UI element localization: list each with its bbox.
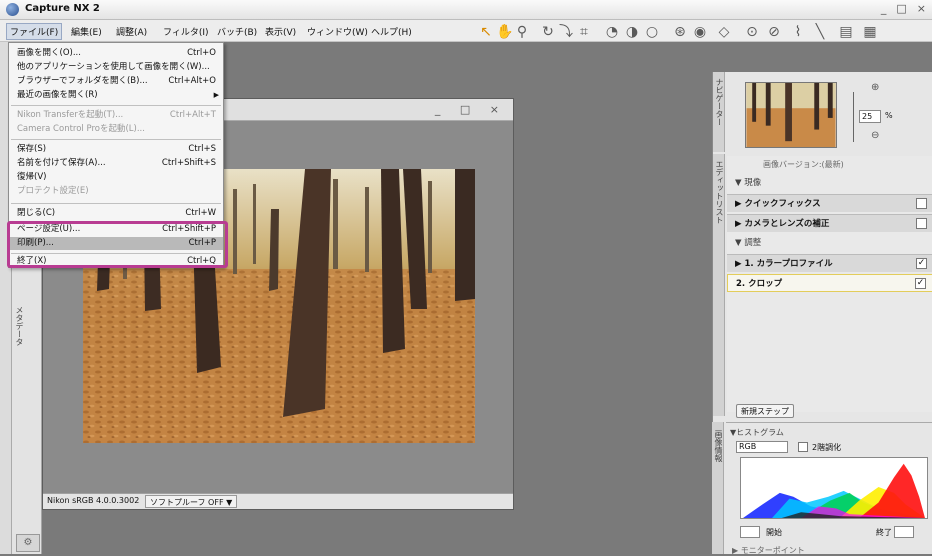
menu-view[interactable]: 表示(V)	[262, 24, 299, 39]
histogram-end-input[interactable]	[894, 526, 914, 538]
color-profile-label: Nikon sRGB 4.0.0.3002	[47, 496, 140, 505]
highlight-callout-box	[7, 221, 228, 268]
menu-save-as[interactable]: 名前を付けて保存(A)... Ctrl+Shift+S	[9, 157, 223, 170]
edit-list-side-tab[interactable]: エディットリスト	[713, 154, 725, 416]
select-arrow-icon[interactable]: ↖	[478, 24, 494, 40]
zoom-icon[interactable]: ⚲	[514, 24, 530, 40]
step-checkbox[interactable]: ✓	[916, 258, 927, 269]
minimize-button[interactable]: _	[881, 2, 887, 15]
zoom-out-icon[interactable]: ⊖	[871, 130, 879, 141]
zoom-in-icon[interactable]: ⊕	[871, 82, 879, 93]
menu-adjust[interactable]: 調整(A)	[113, 24, 150, 39]
histogram-start-label: 開始	[766, 528, 782, 537]
step-color-profile[interactable]: ▶ 1. カラープロファイル ✓	[727, 254, 932, 272]
menu-separator	[11, 105, 221, 106]
neutral-point-icon[interactable]: ◑	[624, 24, 640, 40]
metadata-tab[interactable]: メタデータ	[14, 306, 25, 346]
selection-control-point-icon[interactable]: ⊘	[766, 24, 782, 40]
menu-window[interactable]: ウィンドウ(W)	[304, 24, 371, 39]
menu-open-folder-browser[interactable]: ブラウザーでフォルダを開く(B)... Ctrl+Alt+O	[9, 75, 223, 88]
menu-separator	[11, 203, 221, 204]
menu-edit[interactable]: 編集(E)	[68, 24, 105, 39]
step-checkbox[interactable]	[916, 198, 927, 209]
black-point-icon[interactable]: ◔	[604, 24, 620, 40]
histogram-title[interactable]: ▼ヒストグラム	[730, 427, 784, 438]
crop-icon[interactable]: ⌗	[576, 24, 592, 40]
selection-brush-icon[interactable]: ⌇	[790, 24, 806, 40]
window-title: Capture NX 2	[25, 3, 100, 14]
settings-gear-icon[interactable]: ⚙	[16, 534, 40, 552]
submenu-arrow-icon: ▶	[213, 91, 219, 99]
red-eye-icon[interactable]: ⊛	[672, 24, 688, 40]
menu-file[interactable]: ファイル(F)	[6, 23, 63, 40]
image-window-controls[interactable]: _ □ ×	[435, 103, 507, 116]
menu-revert[interactable]: 復帰(V)	[9, 171, 223, 184]
histogram-panel: ▼ヒストグラム RGB 2階調化 開始 終了 ▶ モニターポイント	[726, 422, 932, 556]
hand-icon[interactable]: ✋	[496, 24, 513, 40]
maximize-button[interactable]: □	[896, 2, 906, 15]
rotate-icon[interactable]: ↻	[540, 24, 556, 40]
menu-launch-camera-control: Camera Control Proを起動(L)...	[17, 124, 145, 134]
menu-launch-nikon-transfer: Nikon Transferを起動(T)... Ctrl+Alt+T	[17, 110, 216, 120]
straighten-icon[interactable]: ⤵	[558, 24, 574, 40]
section-develop[interactable]: ▼ 現像	[727, 174, 932, 192]
brush-icon[interactable]: ▦	[862, 24, 878, 40]
gradient-selection-icon[interactable]: ╲	[812, 24, 828, 40]
new-step-button[interactable]: 新規ステップ	[736, 404, 794, 418]
lasso-icon[interactable]: ◇	[716, 24, 732, 40]
section-adjust[interactable]: ▼ 調整	[727, 234, 932, 252]
menu-separator	[11, 139, 221, 140]
step-quick-fix[interactable]: ▶ クイックフィックス	[727, 194, 932, 212]
navigator-thumbnail[interactable]	[745, 82, 837, 148]
title-bar: Capture NX 2 _ □ ×	[0, 0, 932, 20]
image-status-bar: Nikon sRGB 4.0.0.3002 ソフトプルーフ OFF ▼	[43, 493, 513, 509]
menu-open-with[interactable]: 他のアプリケーションを使用して画像を開く(W)...	[9, 61, 223, 74]
step-crop[interactable]: 2. クロップ ✓	[727, 274, 932, 292]
menu-recent-images[interactable]: 最近の画像を開く(R) ▶	[9, 89, 223, 102]
menu-close[interactable]: 閉じる(C) Ctrl+W	[9, 207, 223, 220]
softproof-dropdown[interactable]: ソフトプルーフ OFF ▼	[145, 495, 238, 508]
menu-save[interactable]: 保存(S) Ctrl+S	[9, 143, 223, 156]
white-point-icon[interactable]: ○	[644, 24, 660, 40]
image-info-side-tab[interactable]: 画像情報	[712, 422, 724, 554]
edit-list-panel: 画像バージョン:(最新) ▼ 現像 ▶ クイックフィックス ▶ カメラとレンズの…	[727, 156, 932, 412]
navigator-side-tab[interactable]: ナビゲーター	[713, 72, 725, 152]
step-checkbox[interactable]: ✓	[915, 278, 926, 289]
menu-batch[interactable]: バッチ(B)	[214, 24, 260, 39]
color-control-point-icon[interactable]: ⊙	[744, 24, 760, 40]
posterize-checkbox[interactable]	[798, 442, 808, 452]
menu-help[interactable]: ヘルプ(H)	[368, 24, 415, 39]
histogram-end-label: 終了	[876, 528, 892, 537]
fill-icon[interactable]: ▤	[838, 24, 854, 40]
step-camera-lens-correction[interactable]: ▶ カメラとレンズの補正	[727, 214, 932, 232]
close-button[interactable]: ×	[917, 2, 926, 15]
zoom-input[interactable]: 25	[859, 110, 881, 123]
step-checkbox[interactable]	[916, 218, 927, 229]
zoom-unit: %	[885, 111, 893, 120]
window-controls: _ □ ×	[881, 2, 926, 15]
image-version-dropdown[interactable]: 画像バージョン:(最新)	[763, 158, 932, 172]
histogram-graph	[740, 457, 928, 519]
monitor-point-section[interactable]: ▶ モニターポイント	[732, 545, 805, 556]
posterize-label: 2階調化	[812, 443, 842, 452]
menu-filter[interactable]: フィルタ(I)	[160, 24, 212, 39]
auto-retouch-icon[interactable]: ◉	[692, 24, 708, 40]
histogram-channel-select[interactable]: RGB	[736, 441, 788, 453]
app-logo-icon	[6, 3, 19, 16]
zoom-slider-track[interactable]	[853, 92, 854, 142]
menu-open-image[interactable]: 画像を開く(O)... Ctrl+O	[9, 47, 223, 60]
histogram-start-input[interactable]	[740, 526, 760, 538]
menu-protect-settings: プロテクト設定(E)	[17, 186, 89, 196]
